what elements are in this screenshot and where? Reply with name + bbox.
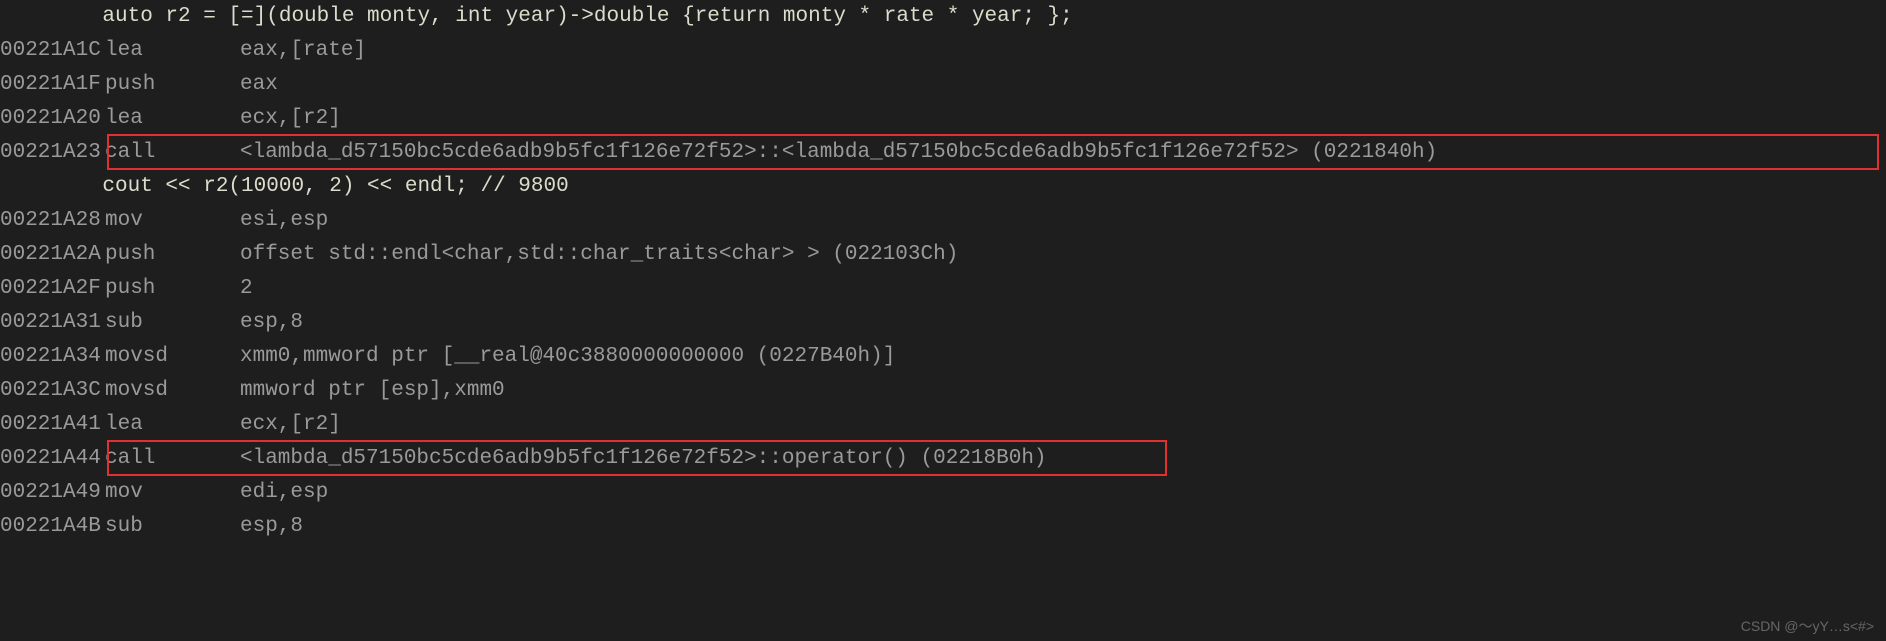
disassembly-view[interactable]: auto r2 = [=](double monty, int year)->d… [0, 0, 1886, 544]
asm-line: 00221A20 lea ecx,[r2] [0, 102, 1886, 136]
mnemonic: movsd [105, 340, 240, 374]
operand: offset std::endl<char,std::char_traits<c… [240, 238, 984, 272]
operand: eax [240, 68, 303, 102]
mnemonic: sub [105, 510, 240, 544]
operand: eax,[rate] [240, 34, 391, 68]
mnemonic: push [105, 272, 240, 306]
address: 00221A3C [0, 374, 105, 408]
operand: mmword ptr [esp],xmm0 [240, 374, 530, 408]
address: 00221A44 [0, 442, 105, 476]
operand: 2 [240, 272, 278, 306]
asm-line: 00221A2F push 2 [0, 272, 1886, 306]
asm-line: 00221A23 call <lambda_d57150bc5cde6adb9b… [0, 136, 1886, 170]
asm-line: 00221A41 lea ecx,[r2] [0, 408, 1886, 442]
asm-line: 00221A34 movsd xmm0,mmword ptr [__real@4… [0, 340, 1886, 374]
asm-line: 00221A3C movsd mmword ptr [esp],xmm0 [0, 374, 1886, 408]
asm-line: 00221A31 sub esp,8 [0, 306, 1886, 340]
operand: ecx,[r2] [240, 408, 366, 442]
mnemonic: push [105, 238, 240, 272]
address: 00221A23 [0, 136, 105, 170]
mnemonic: sub [105, 306, 240, 340]
mnemonic: call [105, 442, 240, 476]
asm-line: 00221A1F push eax [0, 68, 1886, 102]
mnemonic: push [105, 68, 240, 102]
mnemonic: mov [105, 476, 240, 510]
address: 00221A4B [0, 510, 105, 544]
address: 00221A49 [0, 476, 105, 510]
operand: esp,8 [240, 306, 328, 340]
address: 00221A2A [0, 238, 105, 272]
operand: <lambda_d57150bc5cde6adb9b5fc1f126e72f52… [240, 136, 1462, 170]
asm-line: 00221A49 mov edi,esp [0, 476, 1886, 510]
asm-line: 00221A44 call <lambda_d57150bc5cde6adb9b… [0, 442, 1886, 476]
address: 00221A28 [0, 204, 105, 238]
address: 00221A2F [0, 272, 105, 306]
operand: esi,esp [240, 204, 353, 238]
address: 00221A34 [0, 340, 105, 374]
mnemonic: lea [105, 102, 240, 136]
operand: ecx,[r2] [240, 102, 366, 136]
operand: esp,8 [240, 510, 328, 544]
source-line: auto r2 = [=](double monty, int year)->d… [0, 0, 1886, 34]
address: 00221A41 [0, 408, 105, 442]
asm-line: 00221A28 mov esi,esp [0, 204, 1886, 238]
address: 00221A1F [0, 68, 105, 102]
asm-line: 00221A1C lea eax,[rate] [0, 34, 1886, 68]
source-line: cout << r2(10000, 2) << endl; // 9800 [0, 170, 1886, 204]
operand: xmm0,mmword ptr [__real@40c3880000000000… [240, 340, 921, 374]
mnemonic: call [105, 136, 240, 170]
watermark: CSDN @～yY…s<#> [1741, 615, 1874, 637]
mnemonic: movsd [105, 374, 240, 408]
mnemonic: lea [105, 408, 240, 442]
address: 00221A20 [0, 102, 105, 136]
address: 00221A31 [0, 306, 105, 340]
operand: <lambda_d57150bc5cde6adb9b5fc1f126e72f52… [240, 442, 1072, 476]
mnemonic: lea [105, 34, 240, 68]
mnemonic: mov [105, 204, 240, 238]
asm-line: 00221A4B sub esp,8 [0, 510, 1886, 544]
asm-line: 00221A2A push offset std::endl<char,std:… [0, 238, 1886, 272]
operand: edi,esp [240, 476, 353, 510]
address: 00221A1C [0, 34, 105, 68]
